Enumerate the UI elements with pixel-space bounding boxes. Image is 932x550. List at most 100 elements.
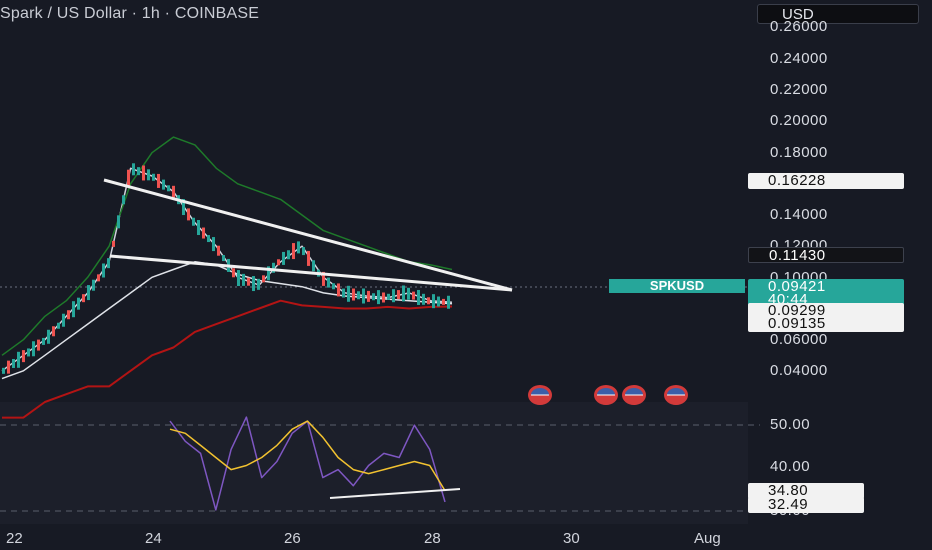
candle <box>232 268 235 278</box>
candle <box>292 243 295 260</box>
candle <box>327 277 330 288</box>
candle <box>92 279 95 291</box>
us-flag-event-icon[interactable] <box>622 385 646 405</box>
candle <box>112 240 115 247</box>
candle <box>277 259 280 266</box>
candle <box>407 287 410 300</box>
candle <box>397 290 400 300</box>
candle <box>437 296 440 307</box>
time-label: Aug <box>694 530 721 547</box>
us-flag-event-icon[interactable] <box>594 385 618 405</box>
us-flag-event-icon[interactable] <box>664 385 688 405</box>
candle <box>422 293 425 305</box>
price-tick: 0.24000 <box>770 50 828 67</box>
candle <box>152 173 155 181</box>
mid-band-price-label: 0.11430 <box>748 247 904 264</box>
candle <box>417 289 420 305</box>
candle <box>257 278 260 290</box>
candle <box>202 227 205 239</box>
candle <box>27 348 30 357</box>
candle <box>17 351 20 368</box>
candle <box>352 288 355 301</box>
candle <box>412 291 415 300</box>
candle <box>372 293 375 301</box>
symbol-price-tag[interactable]: SPKUSD <box>609 279 745 293</box>
candle <box>347 285 350 302</box>
time-label: 26 <box>284 530 301 547</box>
candle <box>62 313 65 327</box>
time-label: 24 <box>145 530 162 547</box>
candle <box>102 263 105 278</box>
candle <box>72 301 75 318</box>
candle <box>107 258 110 269</box>
candle <box>212 237 215 252</box>
candle <box>297 241 300 254</box>
candle <box>367 290 370 302</box>
candle <box>187 208 190 221</box>
lower-price-label-b: 0.09135 <box>748 316 904 332</box>
candle <box>247 277 250 286</box>
candle <box>137 167 140 176</box>
candle <box>357 291 360 300</box>
candle <box>77 297 80 310</box>
price-tick: 0.06000 <box>770 331 828 348</box>
rsi-value-label: 32.49 <box>748 497 864 513</box>
candle <box>2 367 5 374</box>
price-tick: 0.22000 <box>770 81 828 98</box>
candle <box>242 273 245 286</box>
time-label: 22 <box>6 530 23 547</box>
candle <box>47 329 50 344</box>
candle <box>197 220 200 236</box>
candle <box>162 179 165 190</box>
candle <box>157 173 160 188</box>
price-tick: 0.14000 <box>770 206 828 223</box>
rsi-tick: 40.00 <box>770 458 811 475</box>
candle <box>282 251 285 265</box>
candle <box>262 275 265 283</box>
candle <box>447 295 450 309</box>
candle <box>192 217 195 226</box>
time-label: 30 <box>563 530 580 547</box>
symbol-title[interactable]: Spark / US Dollar · 1h · COINBASE <box>0 5 259 23</box>
candle <box>97 274 100 282</box>
candle <box>382 292 385 303</box>
candle <box>117 215 120 229</box>
candle <box>222 255 225 262</box>
candle <box>142 165 145 181</box>
candle <box>287 250 290 260</box>
candle <box>42 337 45 345</box>
candle <box>22 350 25 363</box>
candle <box>237 270 240 287</box>
candle <box>432 294 435 309</box>
candle <box>57 322 60 329</box>
candle <box>12 358 15 368</box>
candle <box>302 247 305 256</box>
candle <box>127 169 130 186</box>
time-label: 28 <box>424 530 441 547</box>
upper-band-price-label: 0.16228 <box>748 173 904 189</box>
candle <box>7 360 10 374</box>
rsi-pane <box>0 402 760 524</box>
candle <box>32 341 35 357</box>
candle <box>82 294 85 303</box>
price-tick: 0.04000 <box>770 362 828 379</box>
candle <box>337 283 340 297</box>
candle <box>427 297 430 305</box>
price-pane <box>0 0 748 402</box>
candle <box>362 288 365 304</box>
candle <box>307 250 310 266</box>
candle <box>377 290 380 305</box>
price-tick: 0.18000 <box>770 144 828 161</box>
candle <box>122 195 125 205</box>
candle <box>387 293 390 300</box>
candle <box>87 285 90 301</box>
candle <box>342 288 345 298</box>
candle <box>52 326 55 337</box>
candle <box>392 289 395 303</box>
price-tick: 0.20000 <box>770 112 828 129</box>
candle <box>442 298 445 305</box>
rsi-tick: 50.00 <box>770 416 811 433</box>
candle <box>252 276 255 292</box>
price-tick: 0.26000 <box>770 18 828 35</box>
us-flag-event-icon[interactable] <box>528 385 552 405</box>
